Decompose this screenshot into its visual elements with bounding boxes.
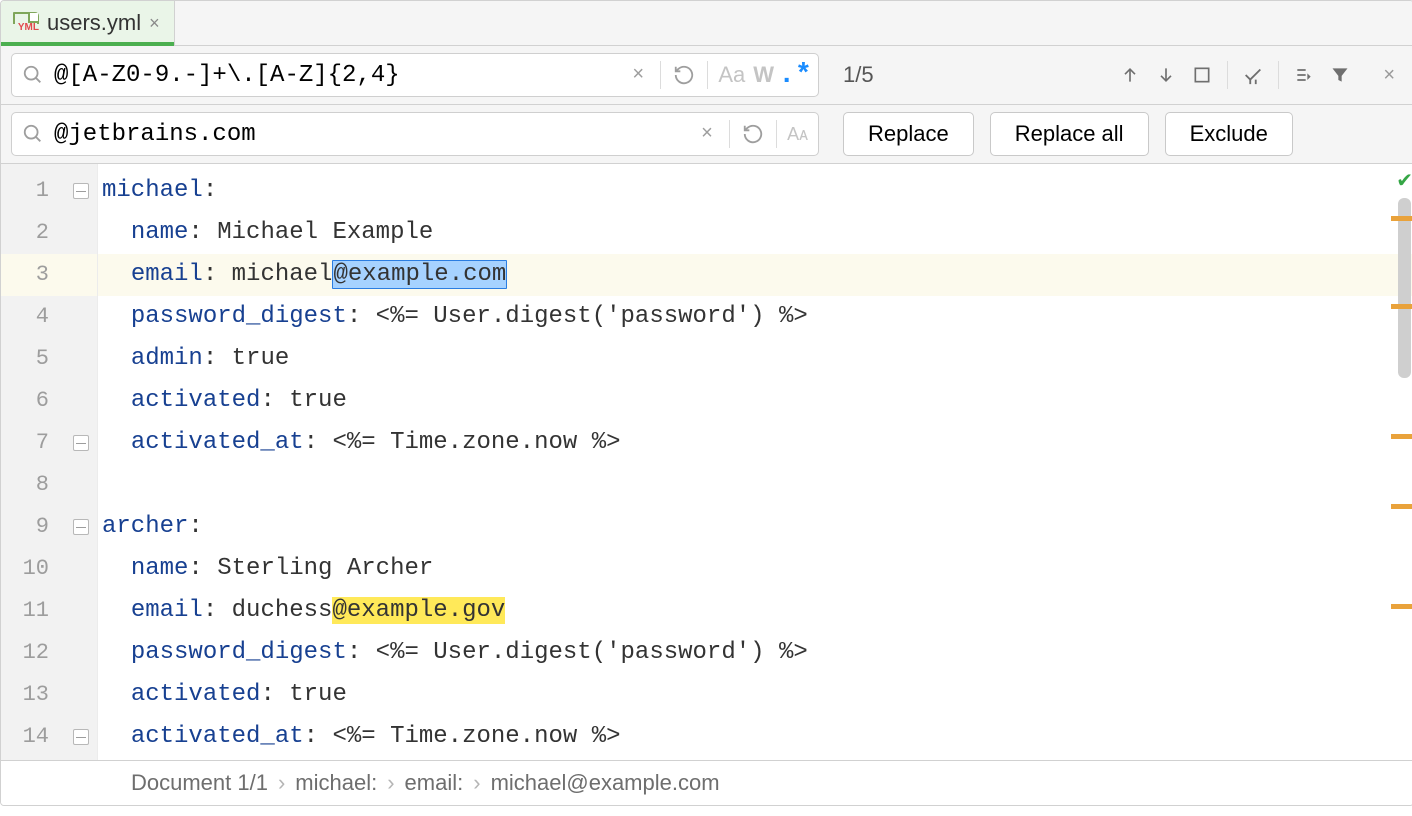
marker[interactable]: [1391, 304, 1412, 309]
regex-toggle[interactable]: .*: [778, 58, 812, 92]
fold-toggle[interactable]: [73, 729, 89, 745]
tab-users-yml[interactable]: YML users.yml ×: [1, 1, 175, 45]
match-counter: 1/5: [819, 62, 898, 88]
marker[interactable]: [1391, 434, 1412, 439]
yaml-file-icon: YML: [13, 12, 39, 33]
line-number-gutter: 1 2 3 4 5 6 7 8 9 10 11 12 13 14: [1, 164, 98, 760]
line-number: 6: [1, 380, 97, 422]
exclude-button[interactable]: Exclude: [1165, 112, 1293, 156]
show-occurrences-icon[interactable]: [1287, 58, 1321, 92]
line-number: 14: [1, 716, 97, 758]
preserve-case-toggle[interactable]: Aᴀ: [783, 117, 812, 151]
close-find-panel-icon[interactable]: ×: [1365, 64, 1412, 87]
line-number: 3: [1, 254, 97, 296]
find-toolbar: [1113, 58, 1365, 92]
breadcrumb-bar: Document 1/1 › michael: › email: › micha…: [1, 760, 1412, 805]
line-number: 5: [1, 338, 97, 380]
search-icon: [22, 64, 44, 86]
search-match: @example.gov: [332, 597, 505, 624]
find-row: @[A-Z0-9.-]+\.[A-Z]{2,4} × Aa W .* 1/5: [1, 46, 1412, 104]
marker-strip[interactable]: ✔: [1395, 164, 1412, 760]
ide-window: YML users.yml × @[A-Z0-9.-]+\.[A-Z]{2,4}…: [0, 0, 1412, 806]
find-input-wrapper[interactable]: @[A-Z0-9.-]+\.[A-Z]{2,4} × Aa W .*: [11, 53, 819, 97]
line-number: 13: [1, 674, 97, 716]
breadcrumb-item[interactable]: email:: [405, 770, 464, 796]
marker[interactable]: [1391, 216, 1412, 221]
editor-area[interactable]: 1 2 3 4 5 6 7 8 9 10 11 12 13 14 michael…: [1, 164, 1412, 760]
line-number: 9: [1, 506, 97, 548]
prev-match-icon[interactable]: [1113, 58, 1147, 92]
marker[interactable]: [1391, 504, 1412, 509]
select-all-occurrences-icon[interactable]: [1185, 58, 1219, 92]
find-replace-panel: @[A-Z0-9.-]+\.[A-Z]{2,4} × Aa W .* 1/5: [1, 46, 1412, 164]
code-view[interactable]: michael: name: Michael Example email: mi…: [98, 164, 1412, 760]
line-number: 2: [1, 212, 97, 254]
marker[interactable]: [1391, 604, 1412, 609]
line-number: 11: [1, 590, 97, 632]
inspection-ok-icon: ✔: [1396, 168, 1412, 193]
search-icon: [22, 123, 44, 145]
fold-toggle[interactable]: [73, 183, 89, 199]
whole-word-toggle[interactable]: W: [749, 58, 778, 92]
fold-toggle[interactable]: [73, 435, 89, 451]
replace-input-wrapper[interactable]: @jetbrains.com × Aᴀ: [11, 112, 819, 156]
match-case-toggle[interactable]: Aa: [714, 58, 749, 92]
search-history-icon[interactable]: [667, 58, 701, 92]
breadcrumb-item[interactable]: michael:: [295, 770, 377, 796]
replace-row: @jetbrains.com × Aᴀ Replace Replace all …: [1, 104, 1412, 163]
replace-history-icon[interactable]: [736, 117, 770, 151]
line-number: 7: [1, 422, 97, 464]
tab-filename: users.yml: [47, 10, 141, 36]
line-number: 8: [1, 464, 97, 506]
replace-buttons: Replace Replace all Exclude: [819, 112, 1301, 156]
line-number: 10: [1, 548, 97, 590]
line-number: 4: [1, 296, 97, 338]
find-input[interactable]: @[A-Z0-9.-]+\.[A-Z]{2,4}: [54, 62, 622, 89]
replace-all-button[interactable]: Replace all: [990, 112, 1149, 156]
fold-toggle[interactable]: [73, 519, 89, 535]
tab-strip: YML users.yml ×: [1, 1, 1412, 46]
line-number: 12: [1, 632, 97, 674]
tab-close-icon[interactable]: ×: [149, 14, 160, 32]
clear-find-icon[interactable]: ×: [622, 64, 654, 87]
breadcrumb-doc[interactable]: Document 1/1: [131, 770, 268, 796]
replace-button[interactable]: Replace: [843, 112, 974, 156]
filter-icon[interactable]: [1323, 58, 1357, 92]
replace-input[interactable]: @jetbrains.com: [54, 121, 691, 148]
clear-replace-icon[interactable]: ×: [691, 123, 723, 146]
next-match-icon[interactable]: [1149, 58, 1183, 92]
current-search-match: @example.com: [332, 260, 507, 289]
breadcrumb-item[interactable]: michael@example.com: [491, 770, 720, 796]
add-selection-icon[interactable]: [1236, 58, 1270, 92]
line-number: 1: [1, 170, 97, 212]
scrollbar-thumb[interactable]: [1398, 198, 1411, 378]
